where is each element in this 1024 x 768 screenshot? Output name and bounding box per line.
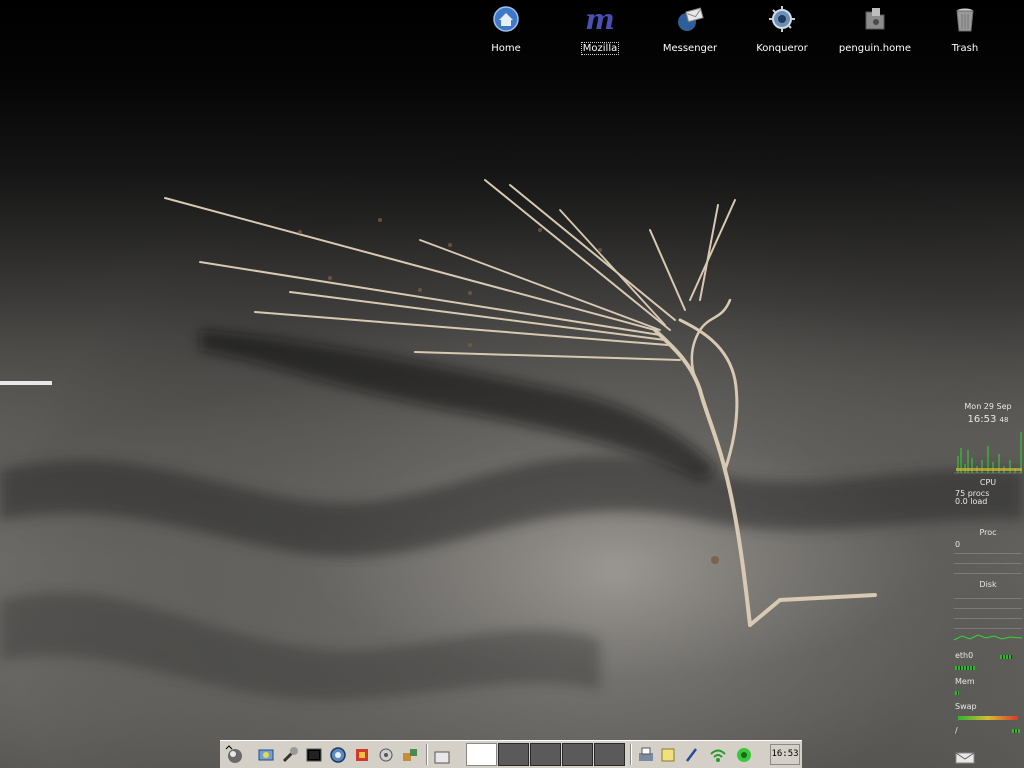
mem-bar bbox=[955, 691, 959, 695]
browser-icon[interactable] bbox=[328, 745, 348, 765]
net-bar bbox=[1000, 655, 1012, 659]
trash-icon bbox=[956, 8, 974, 32]
mozilla-icon: m bbox=[585, 4, 615, 34]
cpu-graph bbox=[954, 432, 1022, 474]
cpu-load: 0.0 load bbox=[955, 497, 988, 506]
desktop-icon-label: Messenger bbox=[662, 43, 718, 54]
desktop-pager-1[interactable] bbox=[466, 743, 497, 766]
net-label: eth0 bbox=[955, 651, 974, 660]
folder-icon bbox=[865, 8, 885, 30]
messenger-icon bbox=[678, 7, 704, 31]
desktop-pager-3[interactable] bbox=[530, 743, 561, 766]
swap-indicator bbox=[1012, 729, 1020, 733]
taskbar-clock[interactable]: 16:53 bbox=[770, 744, 800, 765]
desktop-icon-label: Mozilla bbox=[580, 42, 620, 55]
swap-label: Swap bbox=[955, 702, 977, 711]
office-icon[interactable] bbox=[352, 745, 372, 765]
disk-label: Disk bbox=[979, 580, 997, 589]
desktop-icon-label: Konqueror bbox=[756, 43, 808, 54]
settings-icon[interactable] bbox=[376, 745, 396, 765]
notes-icon[interactable] bbox=[658, 745, 678, 765]
net-activity-bar bbox=[955, 666, 975, 670]
show-desktop-icon[interactable] bbox=[432, 747, 452, 767]
desktop-icon-label: Home bbox=[491, 43, 521, 54]
svg-text:m: m bbox=[585, 4, 615, 34]
monitor-seconds: 48 bbox=[999, 416, 1009, 424]
tools-icon[interactable] bbox=[280, 745, 300, 765]
apps-icon[interactable] bbox=[400, 745, 420, 765]
desktop-icon-home[interactable]: Home bbox=[466, 4, 546, 55]
desktop-icon-label: Trash bbox=[951, 43, 979, 54]
desktop-pager-4[interactable] bbox=[562, 743, 593, 766]
swap-bar bbox=[958, 716, 1018, 720]
cpu-label: CPU bbox=[979, 478, 997, 487]
monitor-time: 16:53 48 bbox=[952, 414, 1024, 425]
mail-icon[interactable] bbox=[955, 752, 975, 764]
desktop-icon-label: penguin.home bbox=[838, 43, 912, 54]
desktop-icon-penguin-home[interactable]: penguin.home bbox=[835, 4, 915, 55]
desktop-icon-konqueror[interactable]: Konqueror bbox=[742, 4, 822, 55]
konqueror-icon bbox=[769, 6, 795, 32]
flower-icon[interactable] bbox=[734, 745, 754, 765]
desktop: Home m Mozilla Messenger Konqueror pengu… bbox=[0, 0, 1024, 768]
wallpaper-image bbox=[0, 0, 1024, 768]
mem-label: Mem bbox=[955, 677, 975, 686]
wifi-icon[interactable] bbox=[708, 745, 728, 765]
desktop-pager-2[interactable] bbox=[498, 743, 529, 766]
monitor-clock: 16:53 bbox=[967, 414, 997, 425]
proc-value: 0 bbox=[955, 540, 961, 549]
kmenu-icon[interactable] bbox=[224, 745, 244, 765]
monitor-date: Mon 29 Sep bbox=[964, 402, 1012, 411]
pen-icon[interactable] bbox=[682, 745, 702, 765]
terminal-icon[interactable] bbox=[304, 745, 324, 765]
desktop-icon-trash[interactable]: Trash bbox=[925, 4, 1005, 55]
taskbar: 16:53 bbox=[220, 740, 802, 768]
desktop-icon-messenger[interactable]: Messenger bbox=[650, 4, 730, 55]
printer-icon[interactable] bbox=[636, 745, 656, 765]
desktop-pager-5[interactable] bbox=[594, 743, 625, 766]
desktop-icon-mozilla[interactable]: m Mozilla bbox=[560, 4, 640, 55]
network-icon[interactable] bbox=[256, 745, 276, 765]
proc-label: Proc bbox=[979, 528, 997, 537]
home-icon bbox=[493, 6, 519, 32]
system-monitor: Mon 29 Sep 16:53 48 CPU 75 procs 0.0 loa… bbox=[952, 398, 1024, 768]
disk-graph bbox=[953, 634, 1023, 641]
edge-handle[interactable] bbox=[0, 381, 52, 385]
